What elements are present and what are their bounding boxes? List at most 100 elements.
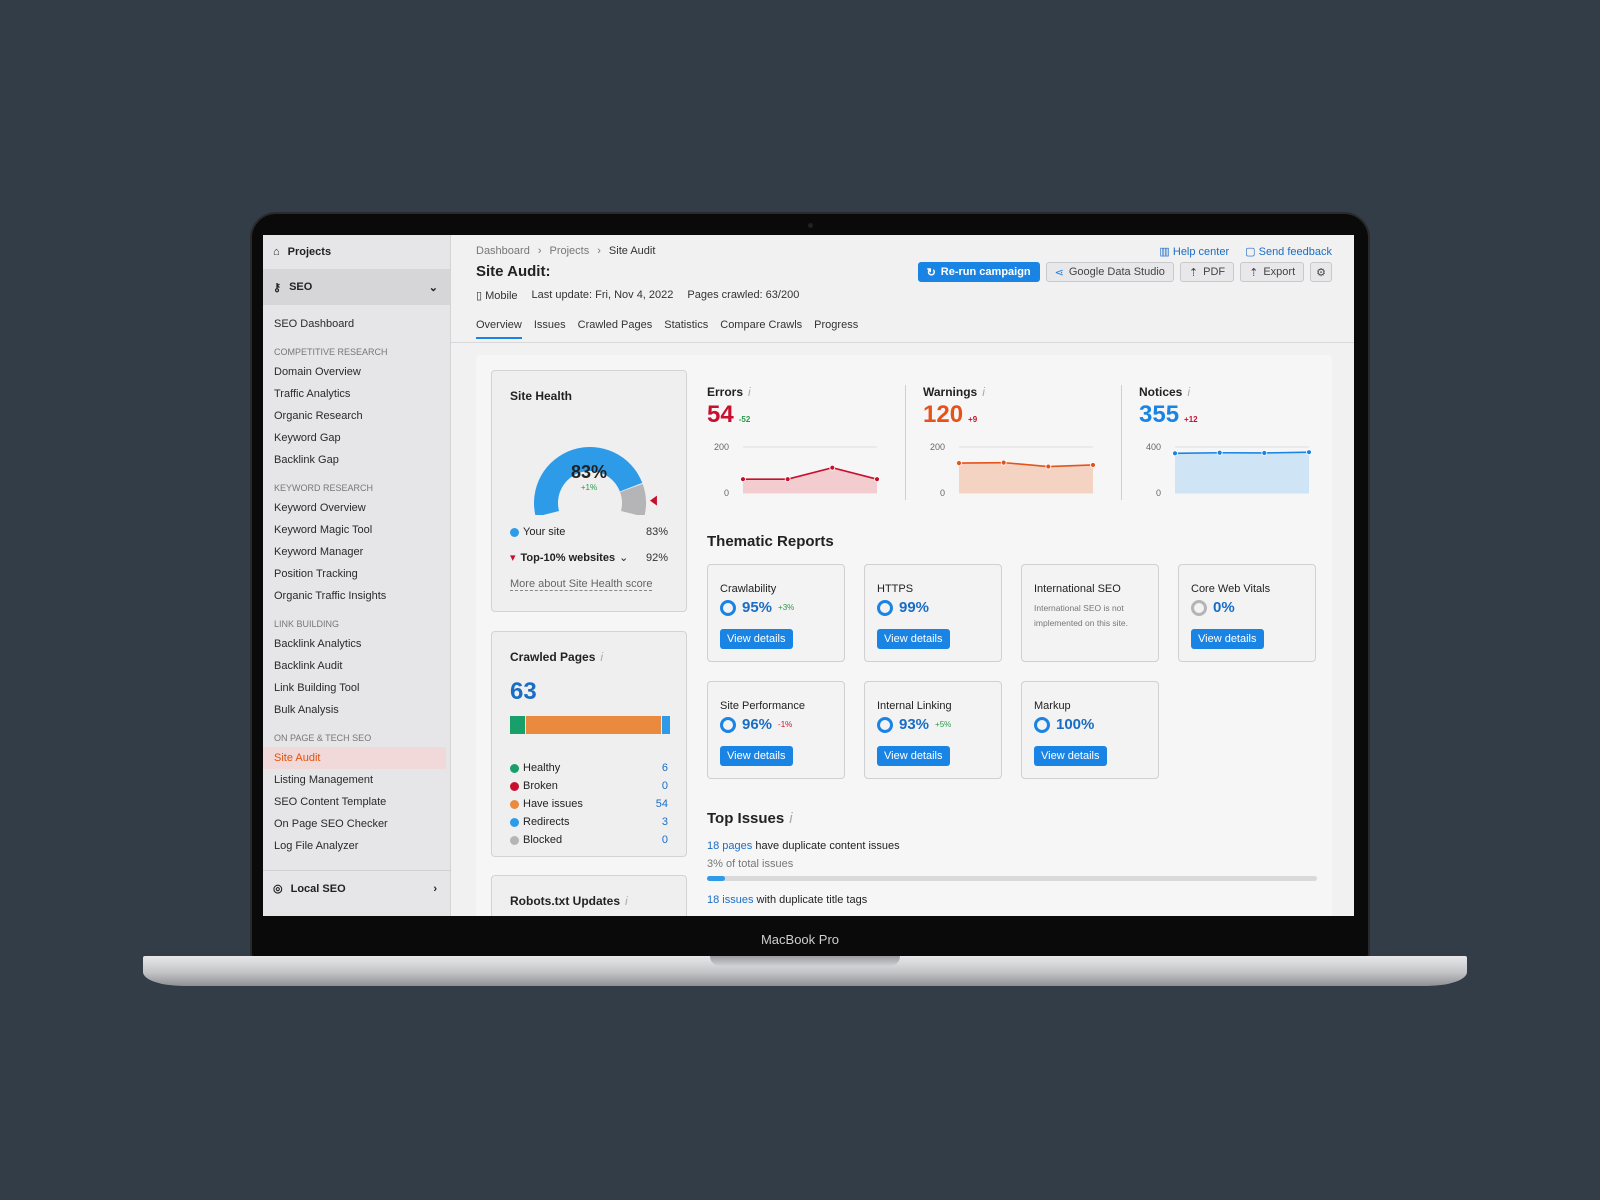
info-icon[interactable]: i bbox=[1187, 385, 1190, 399]
rerun-campaign-button[interactable]: ↻ Re-run campaign bbox=[917, 262, 1040, 282]
thematic-card-score: 99% bbox=[877, 599, 929, 616]
metric-number[interactable]: 355 bbox=[1139, 401, 1179, 428]
book-icon: ▥ bbox=[1159, 246, 1170, 258]
breadcrumb-projects[interactable]: Projects bbox=[550, 245, 590, 257]
sparkline-point[interactable] bbox=[740, 476, 746, 483]
sidebar-local-seo[interactable]: ◎ Local SEO › bbox=[263, 870, 451, 906]
sidebar-section-heading: ON PAGE & TECH SEO bbox=[274, 733, 372, 743]
legend-value[interactable]: 0 bbox=[662, 834, 668, 846]
metric-number[interactable]: 120 bbox=[923, 401, 963, 428]
sidebar-item-position-tracking[interactable]: Position Tracking bbox=[263, 563, 450, 585]
google-data-studio-button[interactable]: ⋖ Google Data Studio bbox=[1045, 262, 1174, 282]
sidebar-item-bulk-analysis[interactable]: Bulk Analysis bbox=[263, 699, 450, 721]
sparkline-point[interactable] bbox=[1172, 450, 1178, 457]
view-details-button[interactable]: View details bbox=[720, 629, 793, 649]
view-details-button[interactable]: View details bbox=[877, 746, 950, 766]
sparkline-point[interactable] bbox=[874, 476, 880, 483]
metric-label: Errors i bbox=[707, 385, 907, 399]
sparkline-point[interactable] bbox=[1216, 449, 1223, 456]
info-icon[interactable]: i bbox=[982, 385, 985, 399]
legend-healthy[interactable]: Healthy 6 bbox=[510, 762, 668, 774]
sidebar-item-organic-research[interactable]: Organic Research bbox=[263, 405, 450, 427]
legend-value[interactable]: 6 bbox=[662, 762, 668, 774]
legend-value[interactable]: 3 bbox=[662, 816, 668, 828]
settings-button[interactable]: ⚙ bbox=[1310, 262, 1332, 282]
tab-progress[interactable]: Progress bbox=[814, 319, 858, 339]
tab-compare-crawls[interactable]: Compare Crawls bbox=[720, 319, 802, 339]
thematic-card-score: 100% bbox=[1034, 716, 1094, 733]
breadcrumb-current: Site Audit bbox=[608, 245, 656, 257]
legend-value[interactable]: 0 bbox=[662, 780, 668, 792]
sparkline-point[interactable] bbox=[956, 460, 962, 467]
sidebar-item-on-page-seo-checker[interactable]: On Page SEO Checker bbox=[263, 813, 450, 835]
legend-redirects[interactable]: Redirects 3 bbox=[510, 816, 668, 828]
more-about-link[interactable]: More about Site Health score bbox=[510, 578, 653, 591]
info-icon[interactable]: i bbox=[625, 894, 628, 908]
toolbar: ↻ Re-run campaign ⋖ Google Data Studio ⇡ PD… bbox=[917, 262, 1332, 282]
view-details-button[interactable]: View details bbox=[877, 629, 950, 649]
legend-have_issues[interactable]: Have issues 54 bbox=[510, 798, 668, 810]
sparkline-point[interactable] bbox=[1045, 463, 1052, 470]
sidebar-projects[interactable]: ⌂ Projects bbox=[263, 235, 450, 269]
upload-icon: ⇡ bbox=[1249, 266, 1259, 279]
tab-issues[interactable]: Issues bbox=[534, 319, 566, 339]
sidebar-item-site-audit[interactable]: Site Audit bbox=[263, 747, 446, 769]
view-details-button[interactable]: View details bbox=[1034, 746, 1107, 766]
sidebar-item-backlink-analytics[interactable]: Backlink Analytics bbox=[263, 633, 450, 655]
sidebar-item-backlink-gap[interactable]: Backlink Gap bbox=[263, 449, 450, 471]
view-details-button[interactable]: View details bbox=[720, 746, 793, 766]
site-health-score: 83% bbox=[570, 462, 608, 482]
sidebar-item-seo-dashboard[interactable]: SEO Dashboard bbox=[263, 313, 450, 335]
tab-crawled-pages[interactable]: Crawled Pages bbox=[578, 319, 653, 339]
issue-share: 3% of total issues bbox=[707, 858, 794, 870]
metric-value[interactable]: 355 +12 bbox=[1139, 401, 1339, 429]
sparkline-point[interactable] bbox=[1090, 462, 1096, 468]
sparkline-point[interactable] bbox=[1261, 450, 1268, 456]
sidebar-item-log-file-analyzer[interactable]: Log File Analyzer bbox=[263, 835, 450, 857]
progress-ring-icon bbox=[720, 716, 736, 733]
dot-icon bbox=[510, 799, 519, 809]
sparkline-point[interactable] bbox=[829, 464, 836, 471]
sparkline-point[interactable] bbox=[1306, 449, 1312, 456]
sidebar-seo[interactable]: ⚷ SEO ⌄ bbox=[263, 269, 450, 305]
thematic-card-name: Markup bbox=[1034, 700, 1071, 712]
sidebar-item-keyword-gap[interactable]: Keyword Gap bbox=[263, 427, 450, 449]
tab-statistics[interactable]: Statistics bbox=[664, 319, 708, 339]
breadcrumb-dashboard[interactable]: Dashboard bbox=[476, 245, 530, 257]
thematic-card-internal-linking: Internal Linking 93% +5% View details bbox=[864, 681, 1002, 779]
legend-blocked[interactable]: Blocked 0 bbox=[510, 834, 668, 846]
tab-overview[interactable]: Overview bbox=[476, 319, 522, 339]
metric-value[interactable]: 120 +9 bbox=[923, 401, 1123, 429]
send-feedback-link[interactable]: ▢ Send feedback bbox=[1245, 245, 1332, 258]
issue-link[interactable]: 18 pages bbox=[707, 840, 752, 852]
sidebar-item-listing-management[interactable]: Listing Management bbox=[263, 769, 450, 791]
legend-broken[interactable]: Broken 0 bbox=[510, 780, 668, 792]
sidebar-item-seo-content-template[interactable]: SEO Content Template bbox=[263, 791, 450, 813]
crawled-total[interactable]: 63 bbox=[510, 678, 537, 706]
export-button[interactable]: ⇡ Export bbox=[1240, 262, 1305, 282]
sidebar-item-keyword-manager[interactable]: Keyword Manager bbox=[263, 541, 450, 563]
info-icon[interactable]: i bbox=[748, 385, 751, 399]
help-center-link[interactable]: ▥ Help center bbox=[1159, 245, 1229, 258]
sparkline-point[interactable] bbox=[1000, 459, 1007, 466]
metric-number[interactable]: 54 bbox=[707, 401, 734, 428]
sidebar-item-backlink-audit[interactable]: Backlink Audit bbox=[263, 655, 450, 677]
legend-top10[interactable]: ▾ Top-10% websites ⌄ 92% bbox=[510, 551, 668, 565]
sidebar-item-keyword-magic-tool[interactable]: Keyword Magic Tool bbox=[263, 519, 450, 541]
sidebar-item-keyword-overview[interactable]: Keyword Overview bbox=[263, 497, 450, 519]
legend-value[interactable]: 54 bbox=[656, 798, 668, 810]
metric-value[interactable]: 54 -52 bbox=[707, 401, 907, 429]
info-icon[interactable]: i bbox=[600, 650, 603, 664]
issue-link[interactable]: 18 issues bbox=[707, 894, 753, 906]
sidebar-item-link-building-tool[interactable]: Link Building Tool bbox=[263, 677, 450, 699]
thematic-card-international-seo: International SEO International SEO is no… bbox=[1021, 564, 1159, 662]
upload-icon: ⇡ bbox=[1188, 266, 1199, 279]
sidebar-item-domain-overview[interactable]: Domain Overview bbox=[263, 361, 450, 383]
sidebar-item-organic-traffic-insights[interactable]: Organic Traffic Insights bbox=[263, 585, 450, 607]
issue-progress bbox=[707, 876, 1317, 881]
sidebar-item-traffic-analytics[interactable]: Traffic Analytics bbox=[263, 383, 450, 405]
pdf-button[interactable]: ⇡ PDF bbox=[1179, 262, 1235, 282]
info-icon[interactable]: i bbox=[789, 810, 792, 827]
sparkline-point[interactable] bbox=[784, 476, 791, 483]
view-details-button[interactable]: View details bbox=[1191, 629, 1264, 649]
